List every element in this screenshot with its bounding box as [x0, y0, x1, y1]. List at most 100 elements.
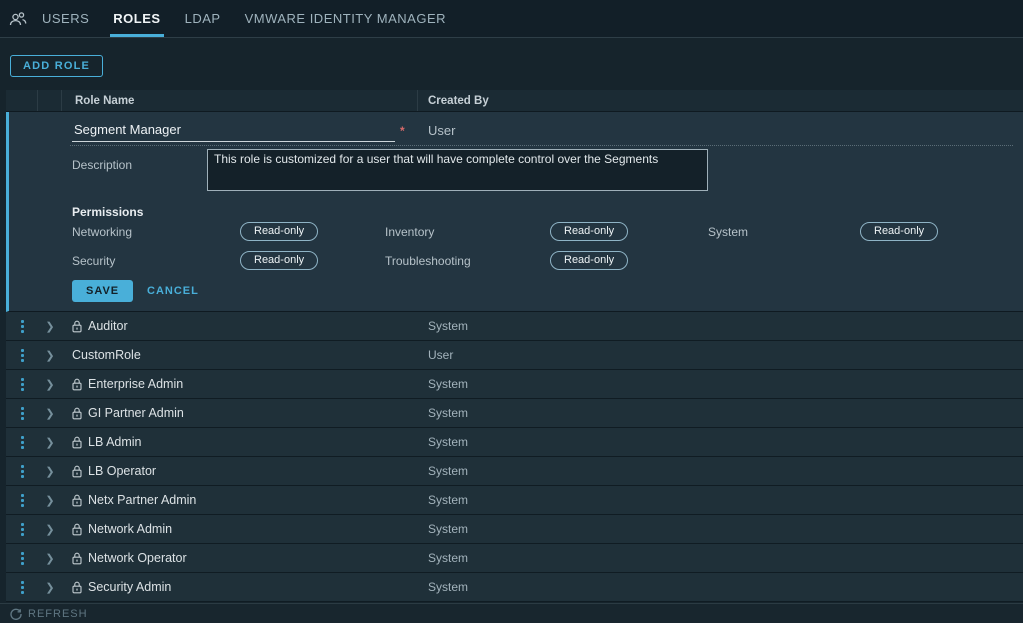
table-header-row: Role Name Created By — [6, 90, 1023, 112]
role-name-label: Auditor — [88, 319, 128, 333]
tab-ldap[interactable]: LDAP — [173, 0, 233, 37]
permission-label: Security — [72, 254, 240, 268]
kebab-menu-icon[interactable] — [21, 407, 24, 420]
role-table-row[interactable]: ❯ Security Admin System — [6, 573, 1023, 602]
role-name-input[interactable] — [72, 120, 395, 142]
role-name-label: Security Admin — [88, 580, 171, 594]
lock-icon — [72, 581, 82, 594]
role-table-row[interactable]: ❯ Network Operator System — [6, 544, 1023, 573]
chevron-right-icon[interactable]: ❯ — [45, 552, 54, 565]
created-by-value: System — [428, 493, 468, 507]
kebab-menu-icon[interactable] — [21, 494, 24, 507]
permission-label: Troubleshooting — [385, 254, 550, 268]
chevron-right-icon[interactable]: ❯ — [45, 465, 54, 478]
lock-icon — [72, 552, 82, 565]
role-name-label: LB Operator — [88, 464, 156, 478]
permission-value-button[interactable]: Read-only — [860, 222, 938, 241]
tab-strip: USERS ROLES LDAP VMWARE IDENTITY MANAGER — [32, 0, 458, 37]
refresh-icon — [10, 608, 22, 620]
permission-label: Networking — [72, 225, 240, 239]
permission-value-button[interactable]: Read-only — [550, 251, 628, 270]
tab-label: USERS — [42, 11, 89, 26]
cancel-button[interactable]: CANCEL — [147, 285, 199, 297]
permissions-grid: Networking Read-only Inventory Read-only… — [72, 222, 1013, 270]
description-label: Description — [72, 158, 132, 172]
role-table-row[interactable]: ❯ Network Admin System — [6, 515, 1023, 544]
role-name-label: Network Operator — [88, 551, 187, 565]
chevron-right-icon[interactable]: ❯ — [45, 407, 54, 420]
kebab-menu-icon[interactable] — [21, 349, 24, 362]
dotted-separator — [70, 145, 1013, 146]
role-name-label: Network Admin — [88, 522, 172, 536]
permission-label: System — [708, 225, 860, 239]
created-by-value: System — [428, 319, 468, 333]
created-by-value: System — [428, 551, 468, 565]
chevron-right-icon[interactable]: ❯ — [45, 523, 54, 536]
lock-icon — [72, 320, 82, 333]
tab-users[interactable]: USERS — [32, 0, 101, 37]
header-expand-column — [38, 90, 62, 111]
refresh-bar[interactable]: REFRESH — [0, 603, 1023, 623]
role-name-label: CustomRole — [72, 348, 141, 362]
permission-value-button[interactable]: Read-only — [240, 222, 318, 241]
top-tab-bar: USERS ROLES LDAP VMWARE IDENTITY MANAGER — [0, 0, 1023, 38]
permission-value-button[interactable]: Read-only — [550, 222, 628, 241]
description-textarea[interactable]: This role is customized for a user that … — [207, 149, 708, 191]
chevron-right-icon[interactable]: ❯ — [45, 320, 54, 333]
tab-label: LDAP — [185, 11, 221, 26]
role-table-row[interactable]: ❯ LB Admin System — [6, 428, 1023, 457]
role-name-label: Enterprise Admin — [88, 377, 183, 391]
created-by-value: System — [428, 406, 468, 420]
permissions-title: Permissions — [72, 205, 143, 219]
role-table-row[interactable]: ❯ CustomRole User — [6, 341, 1023, 370]
tab-roles[interactable]: ROLES — [101, 0, 172, 37]
kebab-menu-icon[interactable] — [21, 320, 24, 333]
role-table-row[interactable]: ❯ Enterprise Admin System — [6, 370, 1023, 399]
lock-icon — [72, 436, 82, 449]
tab-vmware-identity-manager[interactable]: VMWARE IDENTITY MANAGER — [233, 0, 458, 37]
chevron-right-icon[interactable]: ❯ — [45, 494, 54, 507]
kebab-menu-icon[interactable] — [21, 552, 24, 565]
chevron-right-icon[interactable]: ❯ — [45, 436, 54, 449]
tab-label: ROLES — [113, 11, 160, 26]
role-table-row[interactable]: ❯ GI Partner Admin System — [6, 399, 1023, 428]
role-table-row[interactable]: ❯ LB Operator System — [6, 457, 1023, 486]
role-table-row[interactable]: ❯ Netx Partner Admin System — [6, 486, 1023, 515]
tab-label: VMWARE IDENTITY MANAGER — [245, 11, 446, 26]
created-by-value: User — [428, 348, 453, 362]
chevron-right-icon[interactable]: ❯ — [45, 349, 54, 362]
add-role-button[interactable]: ADD ROLE — [10, 55, 103, 77]
kebab-menu-icon[interactable] — [21, 436, 24, 449]
permission-value-button[interactable]: Read-only — [240, 251, 318, 270]
created-by-value: System — [428, 435, 468, 449]
refresh-label: REFRESH — [28, 608, 88, 620]
role-name-label: LB Admin — [88, 435, 142, 449]
role-name-label: GI Partner Admin — [88, 406, 184, 420]
lock-icon — [72, 407, 82, 420]
created-by-value: System — [428, 580, 468, 594]
kebab-menu-icon[interactable] — [21, 581, 24, 594]
header-role-name: Role Name — [62, 90, 418, 111]
created-by-value: System — [428, 464, 468, 478]
lock-icon — [72, 523, 82, 536]
users-icon — [8, 9, 28, 29]
chevron-right-icon[interactable]: ❯ — [45, 581, 54, 594]
created-by-value: System — [428, 377, 468, 391]
roles-list: ❯ Auditor System ❯ CustomRole User — [6, 312, 1023, 602]
required-asterisk: * — [400, 124, 405, 138]
header-created-by: Created By — [418, 90, 1023, 111]
permission-label: Inventory — [385, 225, 550, 239]
role-editor-panel: * User Description This role is customiz… — [6, 112, 1023, 312]
save-button[interactable]: SAVE — [72, 280, 133, 302]
lock-icon — [72, 494, 82, 507]
role-table-row[interactable]: ❯ Auditor System — [6, 312, 1023, 341]
kebab-menu-icon[interactable] — [21, 465, 24, 478]
created-by-value: System — [428, 522, 468, 536]
chevron-right-icon[interactable]: ❯ — [45, 378, 54, 391]
kebab-menu-icon[interactable] — [21, 378, 24, 391]
kebab-menu-icon[interactable] — [21, 523, 24, 536]
role-name-label: Netx Partner Admin — [88, 493, 196, 507]
roles-table: Role Name Created By * User Description … — [6, 90, 1023, 602]
header-menu-column — [6, 90, 38, 111]
lock-icon — [72, 378, 82, 391]
